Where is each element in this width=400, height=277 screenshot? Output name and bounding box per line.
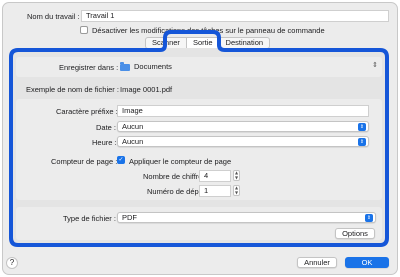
highlight-outline [9, 30, 389, 247]
